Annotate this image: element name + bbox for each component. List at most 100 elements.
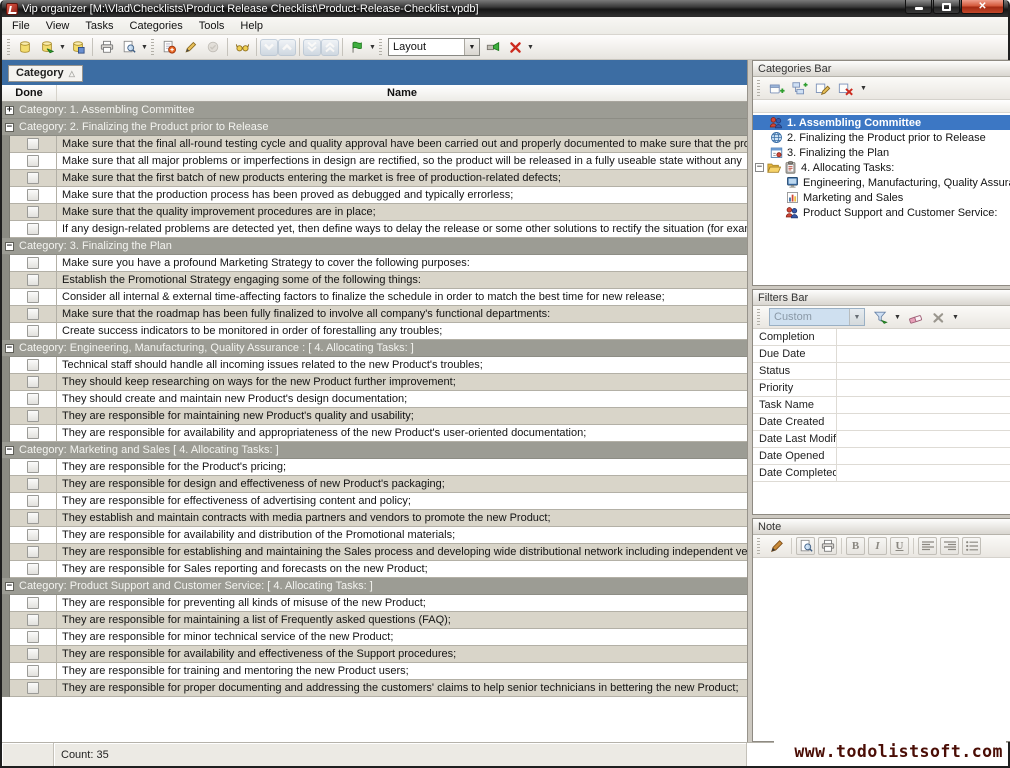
save-database-button[interactable] — [67, 37, 89, 57]
category-tree-item[interactable]: − 4. Allocating Tasks: 18 18 — [753, 160, 1010, 175]
task-row[interactable]: Make sure that the production process ha… — [2, 187, 747, 204]
toolbar-options-icon[interactable]: ▼ — [526, 44, 535, 51]
task-checkbox[interactable] — [27, 325, 39, 337]
apply-filter-dropdown-icon[interactable]: ▼ — [893, 314, 902, 321]
task-name[interactable]: They are responsible for maintaining new… — [57, 408, 747, 425]
task-row[interactable]: If any design-related problems are detec… — [2, 221, 747, 238]
menu-tasks[interactable]: Tasks — [77, 18, 121, 34]
print-preview-button[interactable] — [118, 37, 140, 57]
task-name[interactable]: They are responsible for design and effe… — [57, 476, 747, 493]
task-row[interactable]: Technical staff should handle all incomi… — [2, 357, 747, 374]
toolbar-options-icon[interactable]: ▼ — [859, 85, 868, 92]
task-name[interactable]: Technical staff should handle all incomi… — [57, 357, 747, 374]
filter-value-cell[interactable] — [837, 397, 1010, 413]
task-row[interactable]: They are responsible for maintaining new… — [2, 408, 747, 425]
task-checkbox[interactable] — [27, 291, 39, 303]
new-task-button[interactable] — [158, 37, 180, 57]
tree-expander-icon[interactable]: − — [755, 163, 764, 172]
italic-button[interactable]: I — [868, 537, 887, 555]
task-name[interactable]: Make sure you have a profound Marketing … — [57, 255, 747, 272]
category-group-row[interactable]: − Category: Marketing and Sales [ 4. All… — [2, 442, 747, 459]
layout-combobox[interactable]: Layout ▼ — [388, 38, 480, 56]
category-tree-item[interactable]: 1. Assembling Committee 6 6 — [753, 115, 1010, 130]
category-group-row[interactable]: − Category: Product Support and Customer… — [2, 578, 747, 595]
clear-filter-button[interactable] — [905, 308, 925, 327]
task-checkbox[interactable] — [27, 308, 39, 320]
task-checkbox[interactable] — [27, 648, 39, 660]
task-row[interactable]: They are responsible for availability an… — [2, 425, 747, 442]
bold-button[interactable]: B — [846, 537, 865, 555]
task-name[interactable]: They should create and maintain new Prod… — [57, 391, 747, 408]
task-name[interactable]: Consider all internal & external time-af… — [57, 289, 747, 306]
task-checkbox[interactable] — [27, 546, 39, 558]
menu-file[interactable]: File — [4, 18, 38, 34]
toolbar-options-icon[interactable]: ▼ — [140, 44, 149, 51]
toolbar-drag-handle[interactable] — [757, 538, 760, 554]
edit-category-button[interactable] — [813, 79, 833, 98]
task-name[interactable]: They are responsible for Sales reporting… — [57, 561, 747, 578]
task-checkbox[interactable] — [27, 563, 39, 575]
task-name[interactable]: They are responsible for maintaining a l… — [57, 612, 747, 629]
task-name[interactable]: They are responsible for availability an… — [57, 425, 747, 442]
filter-value-cell[interactable] — [837, 346, 1010, 362]
group-by-category-button[interactable]: Category △ — [8, 65, 83, 82]
category-tree-item[interactable]: Engineering, Manufacturing, Quality Assu… — [753, 175, 1010, 190]
toolbar-drag-handle[interactable] — [379, 39, 382, 55]
toolbar-options-icon[interactable]: ▼ — [951, 314, 960, 321]
filter-value-cell[interactable] — [837, 431, 1010, 447]
task-checkbox[interactable] — [27, 614, 39, 626]
task-name[interactable]: Make sure that all major problems or imp… — [57, 153, 747, 170]
open-database-button[interactable] — [36, 37, 58, 57]
filter-preset-dropdown-icon[interactable]: ▼ — [849, 309, 864, 325]
note-print-button[interactable] — [818, 537, 837, 555]
filter-value-cell[interactable] — [837, 465, 1010, 481]
task-row[interactable]: They should create and maintain new Prod… — [2, 391, 747, 408]
align-right-button[interactable] — [940, 537, 959, 555]
task-name[interactable]: Make sure that the roadmap has been full… — [57, 306, 747, 323]
category-group-row[interactable]: + Category: 1. Assembling Committee — [2, 102, 747, 119]
note-preview-button[interactable] — [796, 537, 815, 555]
edit-note-button[interactable] — [767, 537, 787, 556]
menu-categories[interactable]: Categories — [122, 18, 191, 34]
task-checkbox[interactable] — [27, 206, 39, 218]
task-checkbox[interactable] — [27, 495, 39, 507]
filter-value-cell[interactable] — [837, 380, 1010, 396]
task-name[interactable]: Make sure that the final all-round testi… — [57, 136, 747, 153]
filter-value-cell[interactable] — [837, 448, 1010, 464]
task-row[interactable]: They are responsible for availability an… — [2, 527, 747, 544]
menu-view[interactable]: View — [38, 18, 78, 34]
complete-task-button[interactable] — [202, 37, 224, 57]
task-row[interactable]: They establish and maintain contracts wi… — [2, 510, 747, 527]
underline-button[interactable]: U — [890, 537, 909, 555]
task-name[interactable]: They are responsible for training and me… — [57, 663, 747, 680]
category-tree-item[interactable]: Marketing and Sales 7 7 — [753, 190, 1010, 205]
task-checkbox[interactable] — [27, 189, 39, 201]
task-name[interactable]: They are responsible for establishing an… — [57, 544, 747, 561]
toolbar-drag-handle[interactable] — [757, 80, 760, 96]
add-subcategory-button[interactable] — [790, 79, 810, 98]
view-tasks-button[interactable] — [231, 37, 253, 57]
task-row[interactable]: Make sure that the quality improvement p… — [2, 204, 747, 221]
task-row[interactable]: They are responsible for minor technical… — [2, 629, 747, 646]
new-database-button[interactable] — [14, 37, 36, 57]
task-row[interactable]: They are responsible for effectiveness o… — [2, 493, 747, 510]
task-checkbox[interactable] — [27, 512, 39, 524]
category-tree-item[interactable]: 3. Finalizing the Plan 5 5 — [753, 145, 1010, 160]
filter-preset-combobox[interactable]: Custom ▼ — [769, 308, 865, 326]
menu-tools[interactable]: Tools — [191, 18, 233, 34]
task-checkbox[interactable] — [27, 257, 39, 269]
save-layout-button[interactable] — [482, 37, 504, 57]
task-name[interactable]: They are responsible for availability an… — [57, 527, 747, 544]
move-to-bottom-button[interactable] — [303, 39, 321, 56]
task-checkbox[interactable] — [27, 223, 39, 235]
task-row[interactable]: Consider all internal & external time-af… — [2, 289, 747, 306]
expander-icon[interactable]: − — [5, 123, 14, 132]
expander-icon[interactable]: + — [5, 106, 14, 115]
task-row[interactable]: They are responsible for design and effe… — [2, 476, 747, 493]
task-row[interactable]: They are responsible for training and me… — [2, 663, 747, 680]
task-checkbox[interactable] — [27, 597, 39, 609]
task-row[interactable]: Make sure that the roadmap has been full… — [2, 306, 747, 323]
menu-help[interactable]: Help — [232, 18, 271, 34]
delete-category-button[interactable] — [836, 79, 856, 98]
task-row[interactable]: Make sure you have a profound Marketing … — [2, 255, 747, 272]
